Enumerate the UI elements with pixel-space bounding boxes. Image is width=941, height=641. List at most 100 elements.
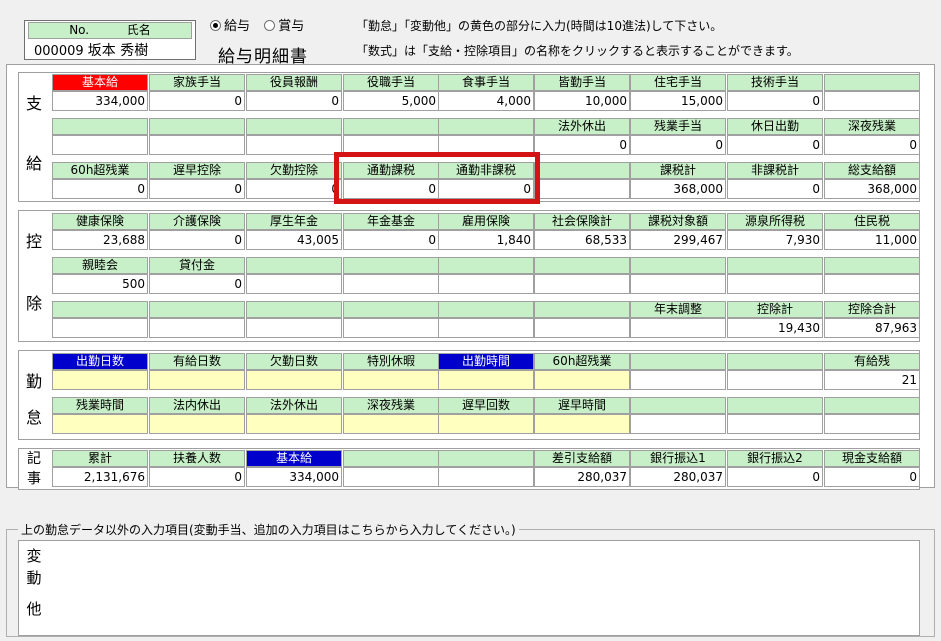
- kintai-value-r0c1[interactable]: [149, 370, 245, 390]
- kojo-header-r1c1[interactable]: 貸付金: [149, 257, 245, 274]
- kojo-header-r0c8[interactable]: 住民税: [824, 213, 920, 230]
- shikyu-header-r2c6[interactable]: 課税計: [630, 162, 726, 179]
- kojo-value-r0c3[interactable]: 0: [343, 230, 439, 250]
- kintai-header-r0c2[interactable]: 欠勤日数: [246, 353, 342, 370]
- kojo-header-r2c7[interactable]: 控除計: [727, 301, 823, 318]
- shikyu-value-r0c5[interactable]: 10,000: [534, 91, 630, 111]
- shikyu-header-r2c7[interactable]: 非課税計: [727, 162, 823, 179]
- shikyu-header-r2c8[interactable]: 総支給額: [824, 162, 920, 179]
- shikyu-value-r1c0[interactable]: [52, 135, 148, 155]
- kojo-value-r0c5[interactable]: 68,533: [534, 230, 630, 250]
- kintai-value-r1c4[interactable]: [438, 414, 534, 434]
- kojo-value-r2c0[interactable]: [52, 318, 148, 338]
- kintai-header-r0c4[interactable]: 出勤時間: [438, 353, 534, 370]
- shikyu-value-r1c5[interactable]: 0: [534, 135, 630, 155]
- shikyu-value-r1c2[interactable]: [246, 135, 342, 155]
- kojo-header-r0c6[interactable]: 課税対象額: [630, 213, 726, 230]
- shikyu-value-r1c1[interactable]: [149, 135, 245, 155]
- kintai-header-r0c3[interactable]: 特別休暇: [343, 353, 439, 370]
- kintai-header-r0c5[interactable]: 60h超残業: [534, 353, 630, 370]
- kintai-value-r1c7[interactable]: [727, 414, 823, 434]
- kojo-value-r0c7[interactable]: 7,930: [727, 230, 823, 250]
- kintai-value-r1c2[interactable]: [246, 414, 342, 434]
- kiji-header-c0[interactable]: 累計: [52, 450, 148, 467]
- shikyu-header-r0c6[interactable]: 住宅手当: [630, 74, 726, 91]
- kiji-value-c8[interactable]: 0: [824, 467, 920, 487]
- kiji-value-c5[interactable]: 280,037: [534, 467, 630, 487]
- shikyu-header-r0c7[interactable]: 技術手当: [727, 74, 823, 91]
- kiji-header-c8[interactable]: 現金支給額: [824, 450, 920, 467]
- kintai-value-r0c7[interactable]: [727, 370, 823, 390]
- shikyu-value-r2c2[interactable]: 0: [246, 179, 342, 199]
- kojo-value-r1c2[interactable]: [246, 274, 342, 294]
- shikyu-value-r0c6[interactable]: 15,000: [630, 91, 726, 111]
- shikyu-value-r2c8[interactable]: 368,000: [824, 179, 920, 199]
- kintai-header-r0c8[interactable]: 有給残: [824, 353, 920, 370]
- shikyu-value-r2c6[interactable]: 368,000: [630, 179, 726, 199]
- kintai-header-r0c1[interactable]: 有給日数: [149, 353, 245, 370]
- shikyu-value-r0c3[interactable]: 5,000: [343, 91, 439, 111]
- shikyu-header-r1c8[interactable]: 深夜残業: [824, 118, 920, 135]
- kojo-value-r2c7[interactable]: 19,430: [727, 318, 823, 338]
- kintai-value-r0c8[interactable]: 21: [824, 370, 920, 390]
- kojo-value-r0c1[interactable]: 0: [149, 230, 245, 250]
- kintai-value-r1c8[interactable]: [824, 414, 920, 434]
- shikyu-value-r0c0[interactable]: 334,000: [52, 91, 148, 111]
- kiji-value-c4[interactable]: [438, 467, 534, 487]
- kojo-header-r0c0[interactable]: 健康保険: [52, 213, 148, 230]
- shikyu-header-r0c1[interactable]: 家族手当: [149, 74, 245, 91]
- kojo-value-r2c2[interactable]: [246, 318, 342, 338]
- shikyu-value-r1c6[interactable]: 0: [630, 135, 726, 155]
- kojo-header-r0c5[interactable]: 社会保険計: [534, 213, 630, 230]
- kojo-value-r1c0[interactable]: 500: [52, 274, 148, 294]
- shikyu-header-r2c2[interactable]: 欠勤控除: [246, 162, 342, 179]
- shikyu-header-r0c2[interactable]: 役員報酬: [246, 74, 342, 91]
- kiji-value-c2[interactable]: 334,000: [246, 467, 342, 487]
- kintai-value-r0c5[interactable]: [534, 370, 630, 390]
- kojo-header-r1c0[interactable]: 親睦会: [52, 257, 148, 274]
- kojo-value-r2c5[interactable]: [534, 318, 630, 338]
- kintai-value-r1c0[interactable]: [52, 414, 148, 434]
- kojo-header-r0c2[interactable]: 厚生年金: [246, 213, 342, 230]
- kintai-header-r1c4[interactable]: 遅早回数: [438, 397, 534, 414]
- shikyu-value-r2c0[interactable]: 0: [52, 179, 148, 199]
- kintai-value-r1c1[interactable]: [149, 414, 245, 434]
- kintai-value-r1c5[interactable]: [534, 414, 630, 434]
- kiji-value-c7[interactable]: 0: [727, 467, 823, 487]
- shikyu-header-r0c3[interactable]: 役職手当: [343, 74, 439, 91]
- kintai-value-r0c3[interactable]: [343, 370, 439, 390]
- kintai-header-r1c3[interactable]: 深夜残業: [343, 397, 439, 414]
- kojo-value-r2c4[interactable]: [438, 318, 534, 338]
- kojo-value-r0c6[interactable]: 299,467: [630, 230, 726, 250]
- kojo-value-r2c1[interactable]: [149, 318, 245, 338]
- kojo-header-r0c7[interactable]: 源泉所得税: [727, 213, 823, 230]
- shikyu-value-r0c1[interactable]: 0: [149, 91, 245, 111]
- kiji-header-c5[interactable]: 差引支給額: [534, 450, 630, 467]
- kojo-value-r1c4[interactable]: [438, 274, 534, 294]
- kiji-header-c2[interactable]: 基本給: [246, 450, 342, 467]
- kintai-value-r1c6[interactable]: [630, 414, 726, 434]
- radio-bonus[interactable]: 賞与: [264, 19, 304, 34]
- shikyu-header-r0c4[interactable]: 食事手当: [438, 74, 534, 91]
- kintai-header-r1c5[interactable]: 遅早時間: [534, 397, 630, 414]
- shikyu-value-r1c7[interactable]: 0: [727, 135, 823, 155]
- shikyu-value-r0c8[interactable]: [824, 91, 920, 111]
- kintai-value-r0c0[interactable]: [52, 370, 148, 390]
- shikyu-header-r0c5[interactable]: 皆勤手当: [534, 74, 630, 91]
- shikyu-value-r2c5[interactable]: [534, 179, 630, 199]
- kojo-value-r2c8[interactable]: 87,963: [824, 318, 920, 338]
- shikyu-header-r0c0[interactable]: 基本給: [52, 74, 148, 91]
- kojo-value-r1c3[interactable]: [343, 274, 439, 294]
- kintai-header-r0c0[interactable]: 出勤日数: [52, 353, 148, 370]
- kojo-value-r1c1[interactable]: 0: [149, 274, 245, 294]
- kojo-value-r2c3[interactable]: [343, 318, 439, 338]
- shikyu-value-r1c8[interactable]: 0: [824, 135, 920, 155]
- kiji-header-c1[interactable]: 扶養人数: [149, 450, 245, 467]
- kojo-header-r0c4[interactable]: 雇用保険: [438, 213, 534, 230]
- shikyu-value-r2c1[interactable]: 0: [149, 179, 245, 199]
- shikyu-header-r2c1[interactable]: 遅早控除: [149, 162, 245, 179]
- radio-salary[interactable]: 給与: [210, 19, 250, 34]
- kojo-header-r0c3[interactable]: 年金基金: [343, 213, 439, 230]
- kintai-value-r1c3[interactable]: [343, 414, 439, 434]
- kiji-header-c6[interactable]: 銀行振込1: [630, 450, 726, 467]
